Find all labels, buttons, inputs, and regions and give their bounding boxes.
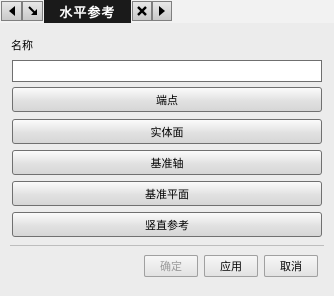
name-input[interactable] xyxy=(12,60,322,82)
tab-title: 水平参考 xyxy=(59,6,116,21)
dialog-panel: 名称 端点 实体面 基准轴 基准平面 竖直参考 确定 应用 取消 xyxy=(0,23,334,296)
divider xyxy=(10,245,324,246)
datum-plane-button[interactable]: 基准平面 xyxy=(12,181,322,206)
arrow-right-icon xyxy=(159,6,165,16)
tab-bar: 水平参考 xyxy=(0,0,334,23)
solid-face-button[interactable]: 实体面 xyxy=(12,119,322,144)
diagonal-arrow-icon xyxy=(27,6,37,15)
apply-button[interactable]: 应用 xyxy=(204,255,258,277)
close-tab-button[interactable] xyxy=(132,1,152,21)
dock-button[interactable] xyxy=(22,1,43,21)
cancel-button[interactable]: 取消 xyxy=(264,255,318,277)
arrow-left-icon xyxy=(8,6,15,16)
endpoint-button[interactable]: 端点 xyxy=(12,87,322,112)
name-label: 名称 xyxy=(11,39,33,52)
scroll-right-button[interactable] xyxy=(152,1,172,21)
datum-axis-button[interactable]: 基准轴 xyxy=(12,150,322,175)
scroll-left-button[interactable] xyxy=(1,1,22,21)
ok-button[interactable]: 确定 xyxy=(144,255,198,277)
vertical-reference-button[interactable]: 竖直参考 xyxy=(12,212,322,237)
tab-horizontal-reference[interactable]: 水平参考 xyxy=(44,0,131,23)
close-icon xyxy=(137,6,147,16)
